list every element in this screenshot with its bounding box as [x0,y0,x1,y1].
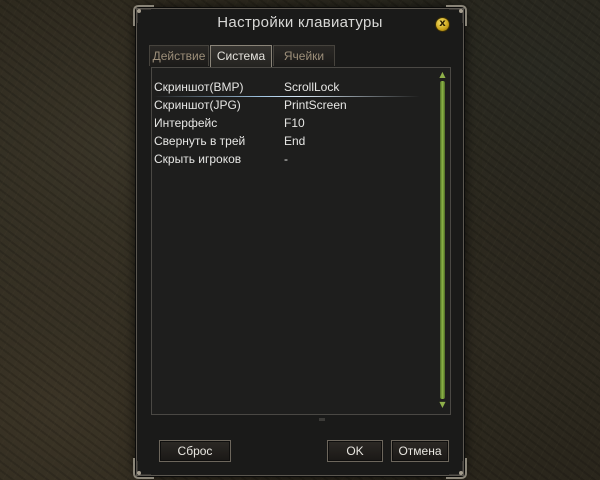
ornament-corner-icon [133,457,155,479]
resize-grip-icon [319,418,325,421]
reset-button[interactable]: Сброс [159,440,231,462]
hotkey-name: Скриншот(JPG) [154,98,241,112]
dialog-title: Настройки клавиатуры [217,14,383,31]
tab-slots[interactable]: Ячейки [273,45,335,66]
hotkey-list: Скриншот(BMP) ScrollLock Скриншот(JPG) P… [151,67,451,415]
hotkey-name: Интерфейс [154,116,218,130]
list-scrollbar[interactable]: ▲ ▼ [437,70,448,410]
hotkey-row-screenshot-bmp[interactable]: Скриншот(BMP) ScrollLock [154,78,434,97]
hotkey-name: Скриншот(BMP) [154,80,244,94]
hotkey-key: ScrollLock [284,80,340,94]
scroll-down-arrow-icon[interactable]: ▼ [437,400,448,410]
tab-action[interactable]: Действие [149,45,209,66]
cancel-button[interactable]: Отмена [391,440,449,462]
hotkey-key: - [284,152,288,166]
tab-system[interactable]: Система [210,45,272,67]
hotkey-name: Скрыть игроков [154,152,242,166]
close-icon: x [439,18,446,29]
hotkey-row-screenshot-jpg[interactable]: Скриншот(JPG) PrintScreen [154,96,434,114]
hotkey-key: F10 [284,116,305,130]
scroll-thumb[interactable] [440,81,445,399]
close-button[interactable]: x [436,18,449,31]
hotkey-row-minimize-tray[interactable]: Свернуть в трей End [154,132,434,150]
hotkey-key: PrintScreen [284,98,347,112]
ok-button[interactable]: OK [327,440,383,462]
scroll-up-arrow-icon[interactable]: ▲ [437,70,448,80]
hotkey-name: Свернуть в трей [154,134,246,148]
hotkey-key: End [284,134,306,148]
hotkey-row-interface[interactable]: Интерфейс F10 [154,114,434,132]
hotkey-row-hide-players[interactable]: Скрыть игроков - [154,150,434,168]
keyboard-settings-dialog: Настройки клавиатуры x Действие Система … [133,5,467,479]
